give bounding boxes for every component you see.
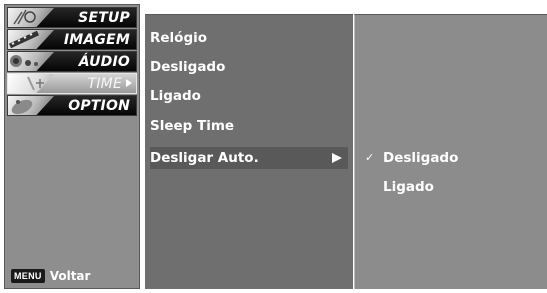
submenu-item-label: Sleep Time [150,118,235,134]
submenu-item-label: Ligado [150,88,201,104]
tv-osd-screen: SETUP IMAGEM ÁUDIO TIME OPTION MENU Volt… [0,0,547,293]
submenu-item-relogio[interactable]: Relógio [150,27,348,49]
submenu-item-label: Desligar Auto. [150,150,259,166]
option-label: Ligado [383,179,434,195]
time-submenu: Relógio Desligado Ligado Sleep Time Desl… [145,14,353,289]
menu-item-label: SETUP [78,10,130,26]
option-gear-icon [8,96,54,115]
submenu-item-sleep-time[interactable]: Sleep Time [150,115,348,137]
menu-item-time[interactable]: TIME [7,73,137,94]
menu-item-imagem[interactable]: IMAGEM [7,29,137,50]
submenu-arrow-icon [332,153,342,163]
submenu-item-desligado[interactable]: Desligado [150,56,348,78]
film-strip-icon [8,30,54,49]
menu-item-label: OPTION [68,98,130,114]
satellite-dish-icon [8,8,54,27]
back-hint-label: Voltar [49,269,91,283]
menu-key-badge: MENU [11,269,45,283]
submenu-item-desligar-auto[interactable]: Desligar Auto. [150,147,348,169]
menu-item-label: ÁUDIO [78,54,130,70]
clock-icon [8,74,54,93]
menu-item-audio[interactable]: ÁUDIO [7,51,137,72]
menu-back-hint: MENU Voltar [11,268,90,284]
checkmark-icon: ✓ [365,151,375,164]
menu-item-label: TIME [87,76,122,92]
option-label: Desligado [383,150,459,166]
auto-off-options: ✓ Desligado Ligado [354,14,547,289]
selected-arrow-icon [126,79,132,87]
menu-item-option[interactable]: OPTION [7,95,137,116]
speaker-icon [8,52,54,71]
submenu-item-label: Desligado [150,59,226,75]
submenu-item-label: Relógio [150,30,208,46]
main-menu: SETUP IMAGEM ÁUDIO TIME OPTION MENU Volt… [4,4,140,289]
menu-item-setup[interactable]: SETUP [7,7,137,28]
submenu-item-ligado[interactable]: Ligado [150,85,348,107]
menu-item-label: IMAGEM [63,32,130,48]
